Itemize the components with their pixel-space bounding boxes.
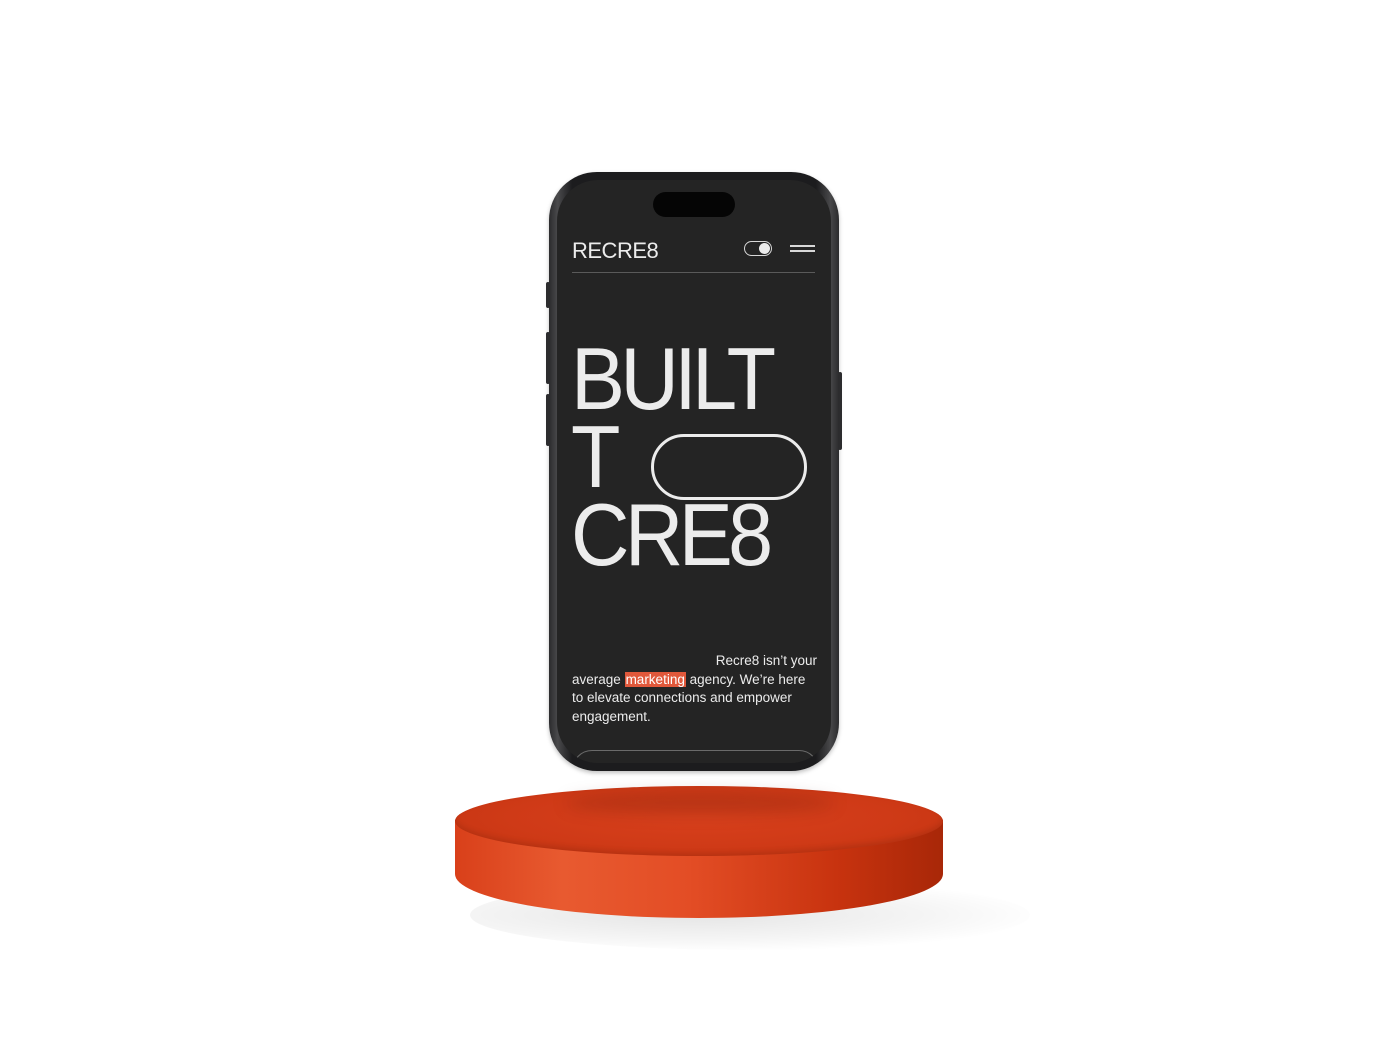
pedestal-phone-shadow <box>565 792 835 814</box>
phone-power-button <box>838 372 842 450</box>
phone-screen: RECRE8 BUILT T CRE8 Recre8 isn’t your av… <box>557 180 831 763</box>
intro-text-average: average <box>572 671 621 687</box>
intro-paragraph: Recre8 isn’t your average marketing agen… <box>572 652 817 726</box>
toggle-switch-icon[interactable] <box>744 241 772 256</box>
site-header: RECRE8 <box>572 232 815 273</box>
site-logo[interactable]: RECRE8 <box>572 238 659 264</box>
mockup-stage: RECRE8 BUILT T CRE8 Recre8 isn’t your av… <box>0 0 1400 1050</box>
phone-action-button <box>546 282 550 308</box>
pedestal-top <box>455 786 943 856</box>
hamburger-menu-icon[interactable] <box>790 243 815 253</box>
phone-device: RECRE8 BUILT T CRE8 Recre8 isn’t your av… <box>546 172 842 771</box>
phone-volume-down-button <box>546 394 550 446</box>
toggle-knob <box>759 243 770 254</box>
hero-pill-shape <box>651 434 807 500</box>
intro-highlight: marketing <box>624 671 686 687</box>
intro-line-1: Recre8 isn’t your <box>715 653 817 668</box>
bottom-card-peek <box>572 750 819 763</box>
dynamic-island <box>653 192 735 217</box>
phone-volume-up-button <box>546 332 550 384</box>
pedestal <box>455 786 943 918</box>
hero-line-3: CRE8 <box>571 485 773 584</box>
